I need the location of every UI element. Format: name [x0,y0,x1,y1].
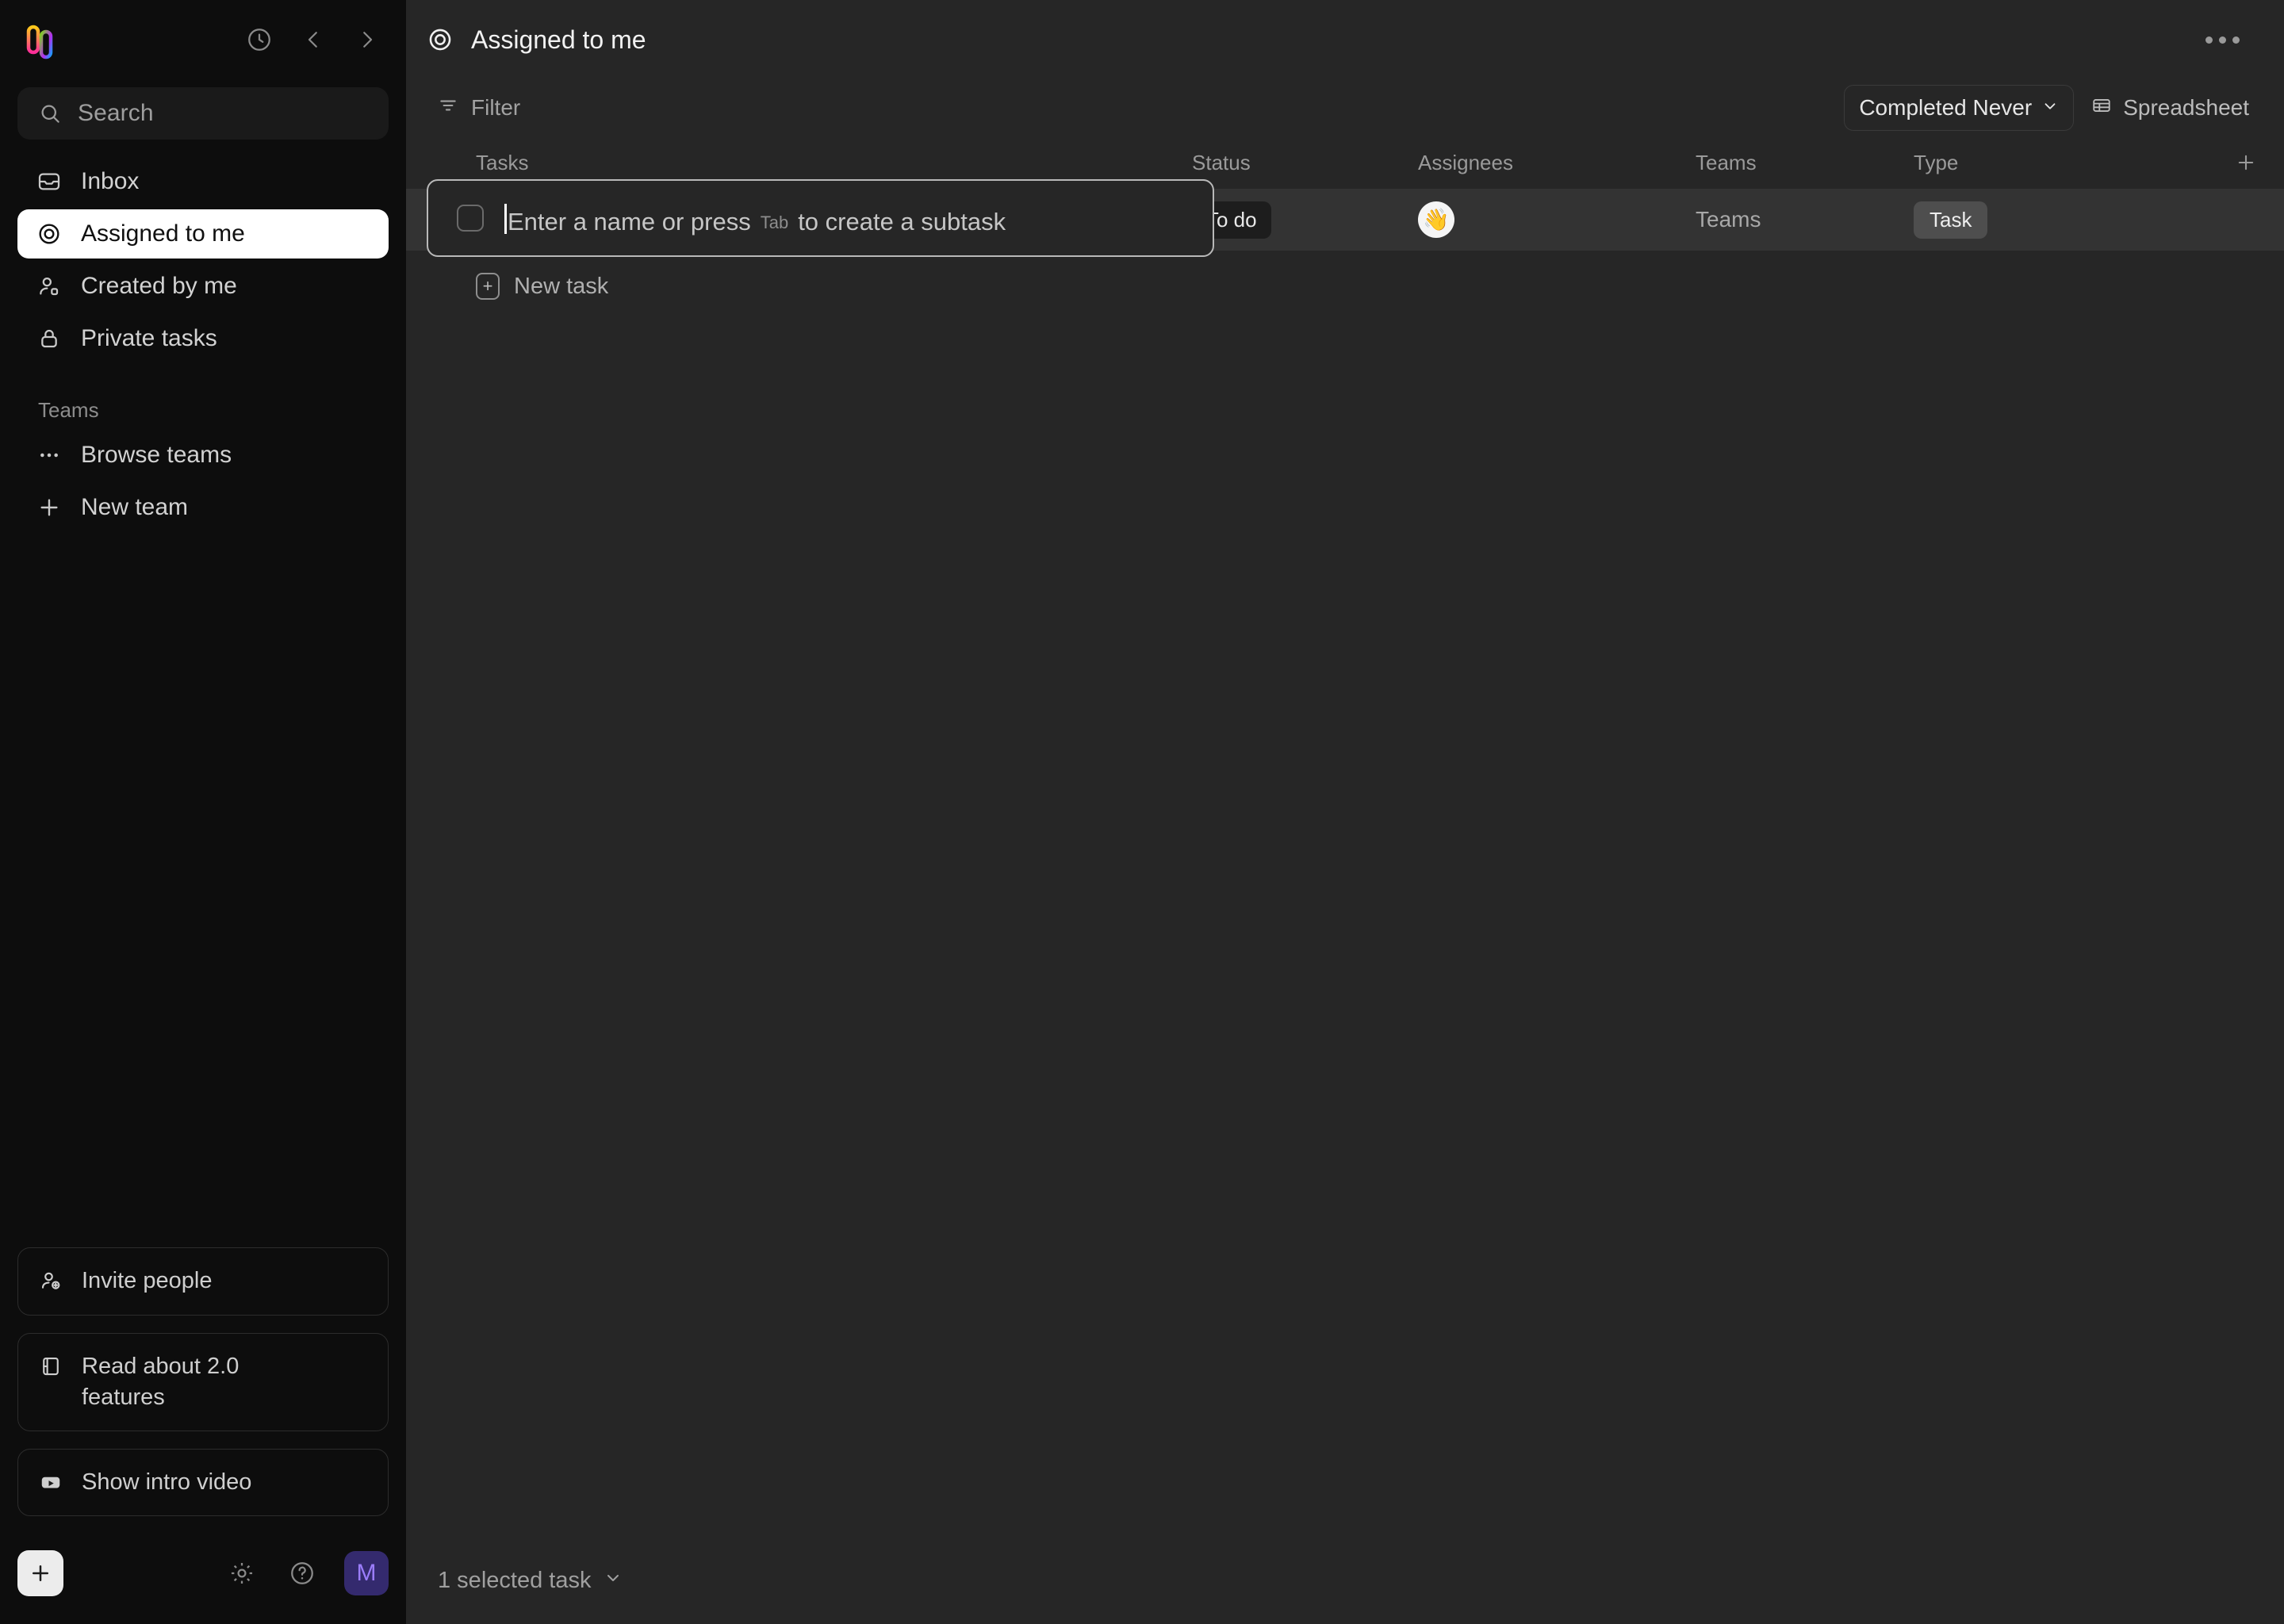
sidebar-item-inbox[interactable]: Inbox [17,157,389,206]
create-new-button[interactable] [17,1550,63,1596]
toolbar-right-actions: Completed Never Spreadsheet [1844,85,2257,131]
filter-label: Filter [471,95,521,120]
chevron-right-icon[interactable] [349,21,385,58]
sidebar-item-browse-teams[interactable]: Browse teams [17,431,389,480]
user-icon [36,274,63,299]
ellipsis-icon [2219,36,2226,44]
ellipsis-icon [36,442,63,468]
clock-icon[interactable] [241,21,278,58]
show-intro-video-button[interactable]: Show intro video [17,1448,389,1516]
sidebar-item-label: Assigned to me [81,220,245,247]
selected-tasks-label: 1 selected task [438,1567,592,1593]
add-column-button[interactable] [2140,151,2257,174]
input-placeholder-tail: to create a subtask [798,208,1006,236]
sidebar-item-created-by-me[interactable]: Created by me [17,262,389,311]
video-icon [39,1467,64,1494]
page-options-menu-button[interactable] [2194,25,2251,55]
user-avatar[interactable]: M [344,1551,389,1595]
spreadsheet-view-button[interactable]: Spreadsheet [2083,86,2257,131]
cell-teams: Teams [1696,207,1914,232]
plus-square-icon: + [476,273,500,300]
chevron-left-icon[interactable] [295,21,331,58]
column-header-status[interactable]: Status [1192,151,1418,175]
page-title-text: Assigned to me [471,25,646,54]
filter-button[interactable]: Filter [427,87,531,129]
sidebar-item-assigned-to-me[interactable]: Assigned to me [17,209,389,259]
spreadsheet-label: Spreadsheet [2123,95,2249,120]
book-icon [39,1351,64,1378]
sidebar-bottom-bar: M [17,1537,389,1624]
ellipsis-icon [2232,36,2240,44]
teams-section-label: Teams [38,398,99,422]
sidebar-nav-list: Inbox Assigned to me Created by me Priva… [17,157,389,363]
assignee-avatar[interactable]: 👋 [1418,201,1454,238]
filter-icon [438,95,458,121]
sidebar-bottom-actions: M [224,1551,389,1595]
type-badge[interactable]: Task [1914,201,1988,239]
ellipsis-icon [2205,36,2213,44]
help-circle-icon[interactable] [284,1555,320,1591]
search-input[interactable]: Search [17,87,389,140]
invite-people-button[interactable]: Invite people [17,1247,389,1316]
plus-icon [36,495,63,520]
read-about-features-label: Read about 2.0 features [82,1353,240,1410]
app-root: Search Inbox Assigned to me Created by m… [0,0,2284,1624]
column-header-teams[interactable]: Teams [1696,151,1914,175]
gear-icon[interactable] [224,1555,260,1591]
spreadsheet-icon [2091,95,2112,121]
invite-people-label: Invite people [82,1268,213,1294]
sidebar-nav-actions [241,21,385,58]
search-placeholder: Search [78,100,154,126]
new-task-name-input[interactable]: Enter a name or press Tab to create a su… [427,179,1214,257]
page-title: Assigned to me [427,25,646,55]
cell-status: To do [1192,201,1418,239]
inbox-icon [36,169,63,194]
main-content: Assigned to me Filter Completed Never Sp… [406,0,2284,1624]
search-icon [38,102,62,125]
sidebar-item-label: Inbox [81,168,140,194]
table-row[interactable]: To do 👋 Teams Task Enter a name or press [406,179,2284,257]
chevron-down-icon [2041,95,2059,121]
input-placeholder-lead: Enter a name or press [508,208,751,236]
completed-filter-label: Completed Never [1859,95,2033,120]
sidebar: Search Inbox Assigned to me Created by m… [0,0,406,1624]
sidebar-item-label: Private tasks [81,325,217,351]
sidebar-item-label: New team [81,494,189,520]
selected-tasks-dropdown[interactable]: 1 selected task [427,1560,634,1602]
user-plus-icon [39,1266,64,1293]
column-header-tasks[interactable]: Tasks [427,151,1192,175]
sidebar-item-private-tasks[interactable]: Private tasks [17,314,389,363]
lock-icon [36,326,63,351]
teams-value[interactable]: Teams [1696,207,1761,232]
column-header-assignees[interactable]: Assignees [1418,151,1696,175]
sidebar-item-new-team[interactable]: New team [17,483,389,532]
chevron-down-icon [604,1568,623,1594]
read-about-features-button[interactable]: Read about 2.0 features [17,1332,389,1431]
status-bar: 1 selected task [406,1537,2284,1624]
target-icon [427,26,454,53]
cell-type: Task [1914,201,2140,239]
sidebar-item-label: Created by me [81,273,237,299]
completed-filter-dropdown[interactable]: Completed Never [1844,85,2075,131]
sidebar-promo-cards: Invite people Read about 2.0 features Sh… [17,1247,389,1537]
new-task-label: New task [514,273,609,299]
main-spacer [406,312,2284,1537]
teams-list: Browse teams New team [17,431,389,532]
height-logo[interactable] [22,20,62,59]
view-toolbar: Filter Completed Never Spreadsheet [406,79,2284,136]
task-checkbox[interactable] [457,205,484,232]
new-task-button[interactable]: + New task [406,260,2284,312]
target-icon [36,221,63,247]
show-intro-video-label: Show intro video [82,1469,252,1495]
column-header-type[interactable]: Type [1914,151,2140,175]
cell-assignees: 👋 [1418,201,1696,238]
input-key-hint: Tab [760,213,789,232]
sidebar-item-label: Browse teams [81,442,232,468]
text-caret [504,204,507,234]
main-header: Assigned to me [406,0,2284,79]
task-name-input-field[interactable]: Enter a name or press Tab to create a su… [504,200,1006,236]
sidebar-top-bar [17,0,389,79]
